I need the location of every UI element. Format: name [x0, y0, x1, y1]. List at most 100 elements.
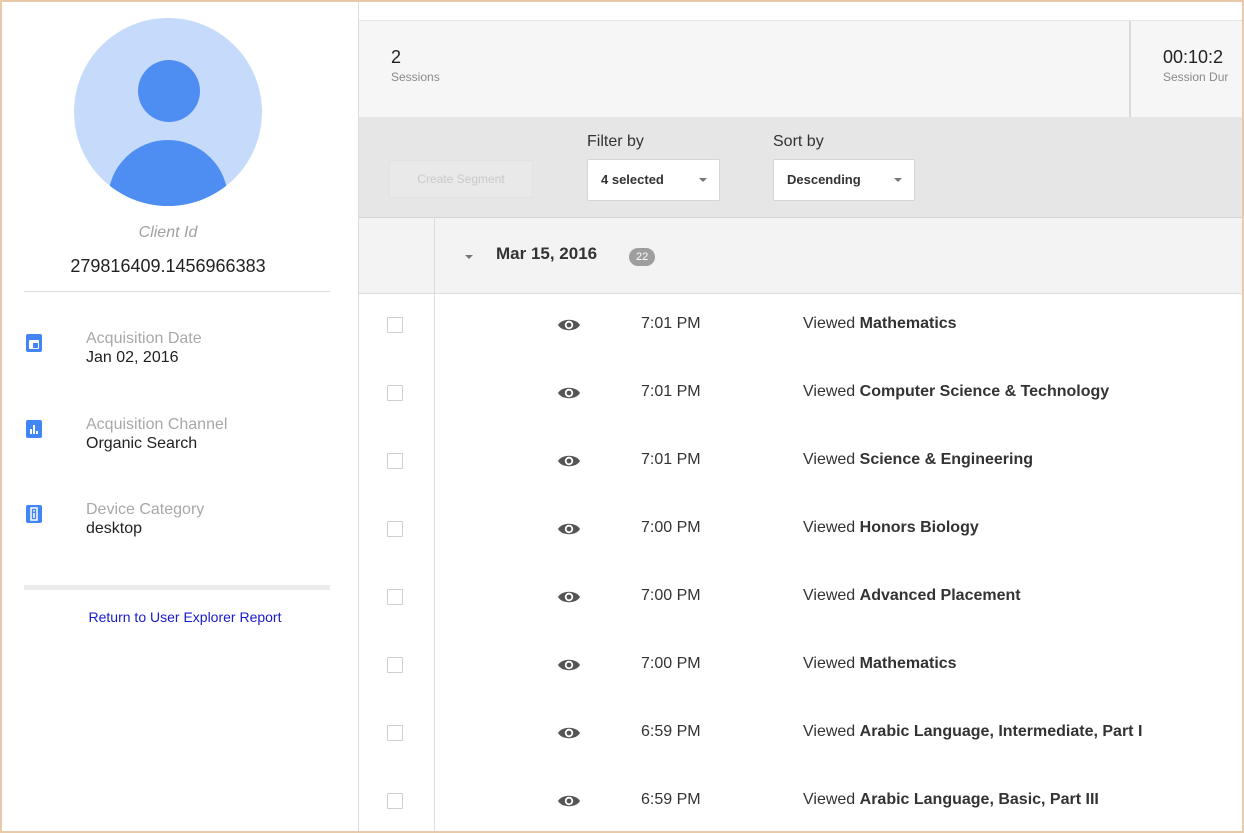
date-group-header[interactable]: Mar 15, 2016 22 [359, 218, 1242, 294]
activity-verb: Viewed [803, 723, 856, 740]
acquisition-date-row: Acquisition Date Jan 02, 2016 [24, 330, 334, 380]
stats-bar: 2 Sessions 00:10:2 Session Dur [359, 20, 1242, 118]
row-checkbox[interactable] [387, 317, 403, 333]
activity-row: 7:01 PM Viewed Mathematics [359, 294, 1242, 362]
activity-page-title: Mathematics [859, 655, 957, 672]
activity-row: 7:00 PM Viewed Advanced Placement [359, 566, 1242, 634]
acquisition-channel-row: Acquisition Channel Organic Search [24, 416, 334, 466]
activity-time: 7:00 PM [641, 519, 701, 536]
eye-icon [557, 724, 581, 742]
eye-icon [557, 792, 581, 810]
bar-chart-icon [26, 420, 42, 438]
activity-row: 7:01 PM Viewed Science & Engineering [359, 430, 1242, 498]
row-checkbox[interactable] [387, 589, 403, 605]
sort-dropdown-value: Descending [787, 172, 861, 187]
acquisition-date-value: Jan 02, 2016 [86, 349, 179, 366]
activity-row: 6:59 PM Viewed Arabic Language, Basic, P… [359, 770, 1242, 831]
activity-page-title: Advanced Placement [859, 587, 1021, 604]
activity-page-title: Arabic Language, Basic, Part III [859, 791, 1099, 808]
activity-time: 6:59 PM [641, 723, 701, 740]
eye-icon [557, 520, 581, 538]
activity-verb: Viewed [803, 315, 856, 332]
activity-time: 7:00 PM [641, 655, 701, 672]
calendar-icon [26, 334, 42, 352]
user-profile-sidebar: Client Id 279816409.1456966383 Acquisiti… [12, 2, 358, 831]
sessions-value: 2 [391, 47, 402, 67]
sort-by-label: Sort by [773, 133, 824, 150]
activity-page-title: Honors Biology [859, 519, 979, 536]
session-duration-stat: 00:10:2 Session Dur [1163, 47, 1242, 84]
activity-verb: Viewed [803, 655, 856, 672]
activity-description: Viewed Advanced Placement [803, 587, 1021, 605]
row-checkbox[interactable] [387, 521, 403, 537]
activity-row: 7:00 PM Viewed Mathematics [359, 634, 1242, 702]
activity-page-title: Mathematics [859, 315, 957, 332]
toolbar: Create Segment Filter by 4 selected Sort… [359, 117, 1242, 218]
activity-time: 7:01 PM [641, 315, 701, 332]
activity-count-badge: 22 [629, 248, 656, 266]
divider [24, 585, 330, 590]
collapse-caret-icon[interactable] [465, 255, 473, 259]
activity-verb: Viewed [803, 519, 856, 536]
avatar-head [138, 60, 200, 122]
row-checkbox[interactable] [387, 725, 403, 741]
filter-dropdown-value: 4 selected [601, 172, 664, 187]
activity-row: 6:59 PM Viewed Arabic Language, Intermed… [359, 702, 1242, 770]
acquisition-date-label: Acquisition Date [86, 330, 202, 347]
activity-time: 7:00 PM [641, 587, 701, 604]
chevron-down-icon [894, 178, 902, 182]
avatar-body [108, 140, 228, 206]
create-segment-button[interactable]: Create Segment [389, 160, 533, 198]
chevron-down-icon [699, 178, 707, 182]
row-checkbox[interactable] [387, 657, 403, 673]
activity-page-title: Science & Engineering [859, 451, 1034, 468]
activity-description: Viewed Computer Science & Technology [803, 383, 1109, 401]
activity-description: Viewed Mathematics [803, 655, 957, 673]
acquisition-channel-label: Acquisition Channel [86, 416, 228, 433]
filter-dropdown[interactable]: 4 selected [587, 159, 720, 201]
stat-separator [1129, 21, 1131, 118]
device-category-value: desktop [86, 520, 143, 537]
eye-icon [557, 384, 581, 402]
acquisition-channel-value: Organic Search [86, 435, 198, 452]
row-checkbox[interactable] [387, 453, 403, 469]
client-id-value: 279816409.1456966383 [70, 256, 266, 276]
user-explorer-frame: Client Id 279816409.1456966383 Acquisiti… [0, 0, 1244, 833]
avatar [74, 18, 262, 206]
activity-row: 7:01 PM Viewed Computer Science & Techno… [359, 362, 1242, 430]
eye-icon [557, 588, 581, 606]
activity-page-title: Arabic Language, Intermediate, Part I [859, 723, 1143, 740]
divider [24, 291, 330, 292]
row-checkbox[interactable] [387, 793, 403, 809]
activity-description: Viewed Honors Biology [803, 519, 979, 537]
activity-table: Mar 15, 2016 22 7:01 PM Viewed Mathemati… [359, 218, 1242, 831]
activity-description: Viewed Mathematics [803, 315, 957, 333]
return-to-user-explorer-link[interactable]: Return to User Explorer Report [12, 609, 358, 625]
activity-description: Viewed Science & Engineering [803, 451, 1033, 469]
eye-icon [557, 656, 581, 674]
main-panel: 2 Sessions 00:10:2 Session Dur Create Se… [358, 2, 1242, 831]
row-checkbox[interactable] [387, 385, 403, 401]
activity-verb: Viewed [803, 587, 856, 604]
activity-verb: Viewed [803, 383, 856, 400]
sessions-label: Sessions [391, 70, 440, 84]
session-duration-value: 00:10:2 [1163, 47, 1224, 67]
activity-verb: Viewed [803, 791, 856, 808]
activity-time: 7:01 PM [641, 451, 701, 468]
activity-time: 6:59 PM [641, 791, 701, 808]
client-id-label: Client Id [138, 224, 198, 241]
sessions-stat: 2 Sessions [391, 47, 440, 84]
device-category-label: Device Category [86, 501, 205, 518]
eye-icon [557, 316, 581, 334]
activity-row: 7:00 PM Viewed Honors Biology [359, 498, 1242, 566]
device-category-row: Device Category desktop [24, 501, 334, 551]
activity-verb: Viewed [803, 451, 856, 468]
activity-description: Viewed Arabic Language, Basic, Part III [803, 791, 1099, 809]
session-duration-label: Session Dur [1163, 70, 1229, 84]
eye-icon [557, 452, 581, 470]
activity-page-title: Computer Science & Technology [859, 383, 1110, 400]
device-info-icon [26, 505, 42, 523]
sort-dropdown[interactable]: Descending [773, 159, 915, 201]
activity-description: Viewed Arabic Language, Intermediate, Pa… [803, 723, 1142, 741]
activity-time: 7:01 PM [641, 383, 701, 400]
